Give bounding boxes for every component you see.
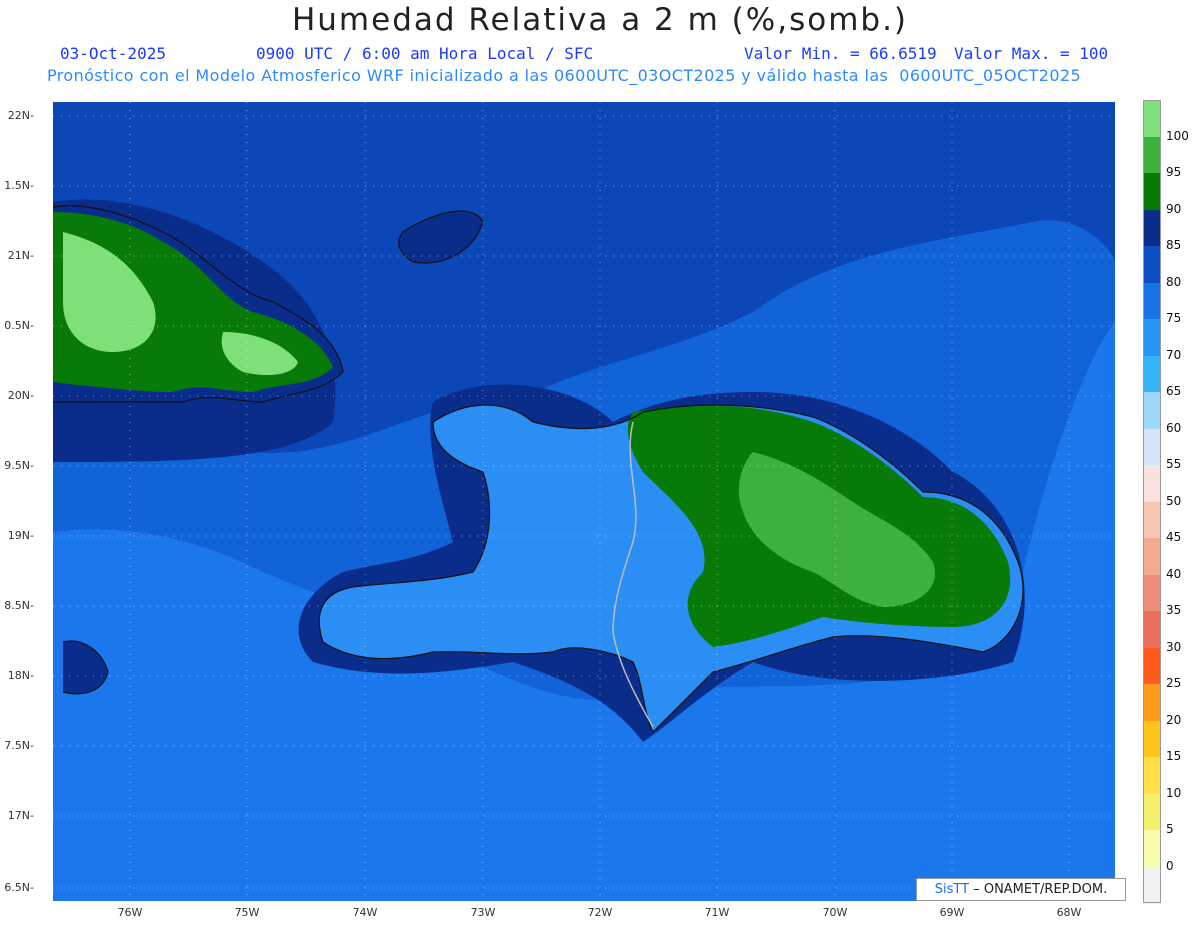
lat-label: 0.5N- <box>4 319 34 332</box>
lon-label: 75W <box>234 906 260 919</box>
lat-label: 6.5N- <box>4 881 34 894</box>
colorbar-label: 45 <box>1166 530 1182 544</box>
colorbar-label: 85 <box>1166 238 1182 252</box>
colorbar-label: 70 <box>1166 347 1182 362</box>
colorbar-label: 90 <box>1166 201 1182 216</box>
colorbar-label: 35 <box>1166 603 1182 617</box>
colorbar-label: 75 <box>1166 311 1182 325</box>
credit-text: – ONAMET/REP.DOM. <box>973 882 1108 897</box>
time-label: 0900 UTC / 6:00 am Hora Local / SFC <box>256 44 594 63</box>
colorbar-label: 80 <box>1166 274 1182 289</box>
colorbar-frame <box>1143 100 1161 903</box>
colorbar-label: 100 <box>1166 128 1189 143</box>
colorbar-label: 65 <box>1166 384 1182 398</box>
lat-label: 8.5N- <box>4 599 34 612</box>
lon-label: 71W <box>704 906 730 919</box>
lon-label: 76W <box>117 906 143 919</box>
lat-label: 21N- <box>7 249 34 262</box>
date-label: 03-Oct-2025 <box>60 44 166 63</box>
colorbar-label: 55 <box>1166 457 1182 471</box>
lon-label: 72W <box>587 906 613 919</box>
lat-label: 20N- <box>7 389 34 402</box>
credit-box: SisTT – ONAMET/REP.DOM. <box>916 878 1126 901</box>
forecast-info-label: Pronóstico con el Modelo Atmosferico WRF… <box>47 66 1082 85</box>
colorbar-label: 60 <box>1166 420 1182 435</box>
lon-label: 74W <box>352 906 378 919</box>
colorbar-label: 95 <box>1166 165 1182 179</box>
colorbar-label: 40 <box>1166 566 1182 581</box>
colorbar-label: 0 <box>1166 858 1174 873</box>
max-value-label: Valor Max. = 100 <box>954 44 1109 63</box>
lon-label: 69W <box>939 906 965 919</box>
map-title: Humedad Relativa a 2 m (%,somb.) <box>291 2 909 38</box>
credit-brand: SisTT <box>934 882 970 897</box>
colorbar-label: 25 <box>1166 676 1182 690</box>
colorbar-label: 50 <box>1166 493 1182 508</box>
lon-label: 73W <box>470 906 496 919</box>
lat-label: 18N- <box>7 669 34 682</box>
min-value-label: Valor Min. = 66.6519 <box>744 44 937 63</box>
lat-label: 9.5N- <box>4 459 34 472</box>
lat-label: 17N- <box>7 809 34 822</box>
lat-label: 19N- <box>7 529 34 542</box>
lat-label: 22N- <box>7 109 34 122</box>
lat-label: 7.5N- <box>4 739 34 752</box>
colorbar-label: 30 <box>1166 639 1182 654</box>
colorbar-label: 20 <box>1166 712 1182 727</box>
lat-label: 1.5N- <box>4 179 34 192</box>
humidity-map <box>53 102 1115 901</box>
colorbar-label: 5 <box>1166 822 1174 836</box>
colorbar-label: 15 <box>1166 749 1182 763</box>
colorbar-label: 10 <box>1166 785 1182 800</box>
lon-label: 68W <box>1056 906 1082 919</box>
lon-label: 70W <box>822 906 848 919</box>
